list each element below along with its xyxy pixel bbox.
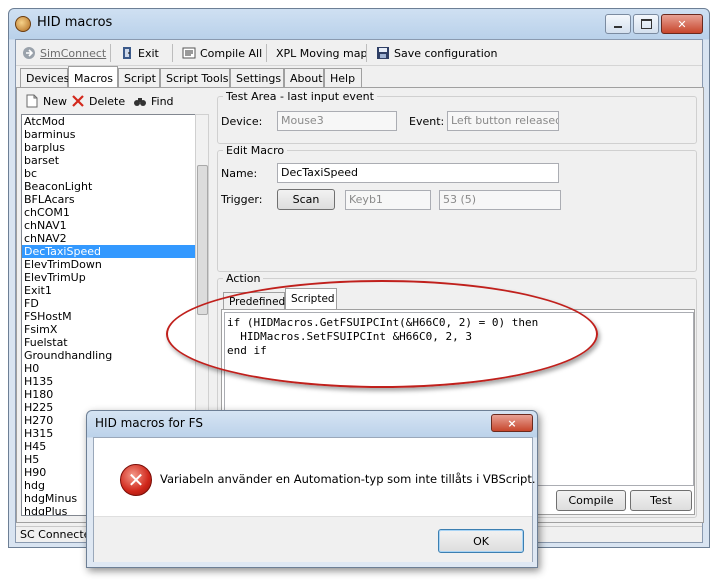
dialog-title: HID macros for FS: [95, 416, 203, 430]
dialog-footer: OK: [94, 516, 532, 562]
compile-icon: [182, 46, 196, 60]
find-macro-button[interactable]: Find: [129, 91, 178, 111]
list-item[interactable]: barminus: [22, 128, 195, 141]
tab-about[interactable]: About: [284, 68, 324, 88]
event-label: Event:: [409, 115, 445, 128]
minimize-icon: [614, 26, 622, 28]
simconnect-icon: [22, 46, 36, 60]
dialog-close-button[interactable]: ×: [491, 414, 533, 432]
highlight-ellipse: [166, 280, 598, 388]
action-label: Action: [223, 272, 264, 285]
exit-door-icon: [120, 46, 134, 60]
status-text: SC Connecte: [20, 528, 91, 541]
trigger-label: Trigger:: [221, 193, 263, 206]
error-icon: ✕: [120, 464, 152, 496]
device-label: Device:: [221, 115, 263, 128]
exit-button[interactable]: Exit: [116, 43, 163, 63]
compile-button[interactable]: Compile: [556, 490, 626, 511]
new-document-icon: [25, 94, 39, 108]
test-button[interactable]: Test: [630, 490, 692, 511]
event-field[interactable]: Left button released: [447, 111, 559, 131]
list-item[interactable]: chNAV1: [22, 219, 195, 232]
error-dialog: HID macros for FS × ✕ Variabeln använder…: [86, 410, 538, 568]
tab-script-tools[interactable]: Script Tools: [160, 68, 230, 88]
delete-x-icon: [71, 94, 85, 108]
list-item[interactable]: ElevTrimUp: [22, 271, 195, 284]
device-field[interactable]: Mouse3: [277, 111, 397, 131]
list-item[interactable]: chCOM1: [22, 206, 195, 219]
list-item[interactable]: FD: [22, 297, 195, 310]
main-tabs: Devices Macros Script Script Tools Setti…: [16, 66, 702, 89]
list-item[interactable]: barset: [22, 154, 195, 167]
list-item[interactable]: Groundhandling: [22, 349, 195, 362]
list-item[interactable]: H135: [22, 375, 195, 388]
list-item[interactable]: ElevTrimDown: [22, 258, 195, 271]
list-item[interactable]: chNAV2: [22, 232, 195, 245]
maximize-icon: [640, 19, 652, 29]
edit-macro-label: Edit Macro: [223, 144, 288, 157]
tab-script[interactable]: Script: [118, 68, 160, 88]
title-bar[interactable]: HID macros ✕: [9, 9, 709, 39]
close-icon: ✕: [677, 17, 687, 31]
list-item[interactable]: bc: [22, 167, 195, 180]
close-button[interactable]: ✕: [661, 14, 703, 34]
scrollbar-thumb[interactable]: [197, 165, 208, 315]
list-toolbar: New Delete Find: [21, 90, 199, 112]
toolbar: SimConnect Exit Compile All XPL Moving m…: [16, 40, 702, 66]
toolbar-separator: [110, 44, 111, 62]
new-macro-button[interactable]: New: [21, 91, 71, 111]
list-item[interactable]: H180: [22, 388, 195, 401]
ok-button[interactable]: OK: [438, 529, 524, 553]
toolbar-separator: [366, 44, 367, 62]
minimize-button[interactable]: [605, 14, 631, 34]
list-item[interactable]: barplus: [22, 141, 195, 154]
scan-button[interactable]: Scan: [277, 189, 335, 210]
test-area-label: Test Area - last input event: [223, 90, 377, 103]
list-item[interactable]: BFLAcars: [22, 193, 195, 206]
dialog-body: ✕ Variabeln använder en Automation-typ s…: [93, 437, 536, 562]
list-item[interactable]: FSHostM: [22, 310, 195, 323]
save-icon: [376, 46, 390, 60]
close-icon: ×: [507, 416, 517, 430]
save-configuration-button[interactable]: Save configuration: [372, 43, 501, 63]
xpl-moving-map-button[interactable]: XPL Moving map: [272, 43, 371, 63]
trigger-code-field[interactable]: 53 (5): [439, 190, 561, 210]
tab-settings[interactable]: Settings: [230, 68, 284, 88]
toolbar-separator: [172, 44, 173, 62]
list-item[interactable]: DecTaxiSpeed: [22, 245, 195, 258]
macro-name-input[interactable]: DecTaxiSpeed: [277, 163, 559, 183]
maximize-button[interactable]: [633, 14, 659, 34]
toolbar-separator: [266, 44, 267, 62]
dialog-message: Variabeln använder en Automation-typ som…: [160, 472, 536, 486]
list-item[interactable]: AtcMod: [22, 115, 195, 128]
delete-macro-button[interactable]: Delete: [67, 91, 129, 111]
trigger-key-field[interactable]: Keyb1: [345, 190, 431, 210]
tab-macros[interactable]: Macros: [68, 66, 118, 89]
list-item[interactable]: Exit1: [22, 284, 195, 297]
list-item[interactable]: H0: [22, 362, 195, 375]
simconnect-button[interactable]: SimConnect: [18, 43, 110, 63]
name-label: Name:: [221, 167, 258, 180]
list-item[interactable]: BeaconLight: [22, 180, 195, 193]
compile-all-button[interactable]: Compile All: [178, 43, 266, 63]
window-title: HID macros: [37, 15, 113, 30]
tab-devices[interactable]: Devices: [20, 68, 69, 88]
tab-help[interactable]: Help: [324, 68, 362, 88]
find-binoculars-icon: [133, 94, 147, 108]
app-icon: [15, 16, 31, 32]
